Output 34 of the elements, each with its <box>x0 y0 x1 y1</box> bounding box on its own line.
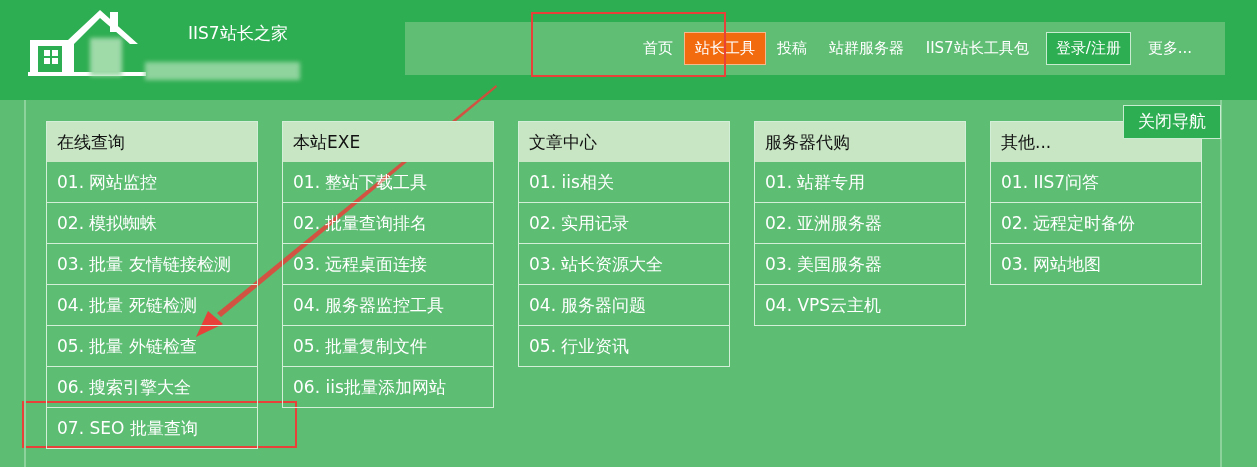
site-title: IIS7站长之家 <box>188 22 288 46</box>
nav-link[interactable]: 更多... <box>1136 32 1203 65</box>
menu-item[interactable]: 02. 远程定时备份 <box>991 203 1201 244</box>
menu-item[interactable]: 01. 网站监控 <box>47 162 257 203</box>
menu-item[interactable]: 05. 批量复制文件 <box>283 326 493 367</box>
menu-item[interactable]: 04. 服务器监控工具 <box>283 285 493 326</box>
menu-item[interactable]: 03. 网站地图 <box>991 244 1201 285</box>
menu-item[interactable]: 02. 模拟蜘蛛 <box>47 203 257 244</box>
login-button[interactable]: 登录/注册 <box>1045 32 1131 65</box>
menu-item[interactable]: 04. VPS云主机 <box>755 285 965 326</box>
menu-item[interactable]: 06. iis批量添加网站 <box>283 367 493 408</box>
close-nav-button[interactable]: 关闭导航 <box>1123 105 1221 139</box>
menu-item[interactable]: 02. 实用记录 <box>519 203 729 244</box>
nav-link[interactable]: 站长工具 <box>683 32 766 65</box>
nav-link[interactable]: 首页 <box>631 32 684 65</box>
menu-item[interactable]: 01. 站群专用 <box>755 162 965 203</box>
menu-header: 在线查询 <box>47 122 257 162</box>
menu-item[interactable]: 06. 搜索引擎大全 <box>47 367 257 408</box>
menu-header: 本站EXE <box>283 122 493 162</box>
menu-item[interactable]: 03. 美国服务器 <box>755 244 965 285</box>
menu-item[interactable]: 05. 行业资讯 <box>519 326 729 367</box>
menu-item[interactable]: 02. 亚洲服务器 <box>755 203 965 244</box>
nav-link[interactable]: IIS7站长工具包 <box>914 32 1040 65</box>
nav-link[interactable]: 站群服务器 <box>817 32 915 65</box>
menu-item[interactable]: 07. SEO 批量查询 <box>47 408 257 449</box>
menu-item[interactable]: 03. 批量 友情链接检测 <box>47 244 257 285</box>
menu-item[interactable]: 01. IIS7问答 <box>991 162 1201 203</box>
menu-header: 文章中心 <box>519 122 729 162</box>
menu-item[interactable]: 03. 站长资源大全 <box>519 244 729 285</box>
nav-link[interactable]: 投稿 <box>765 32 818 65</box>
menu-item[interactable]: 04. 服务器问题 <box>519 285 729 326</box>
menu-header: 服务器代购 <box>755 122 965 162</box>
blurred-logo-mark <box>90 38 122 76</box>
menu-item[interactable]: 01. iis相关 <box>519 162 729 203</box>
